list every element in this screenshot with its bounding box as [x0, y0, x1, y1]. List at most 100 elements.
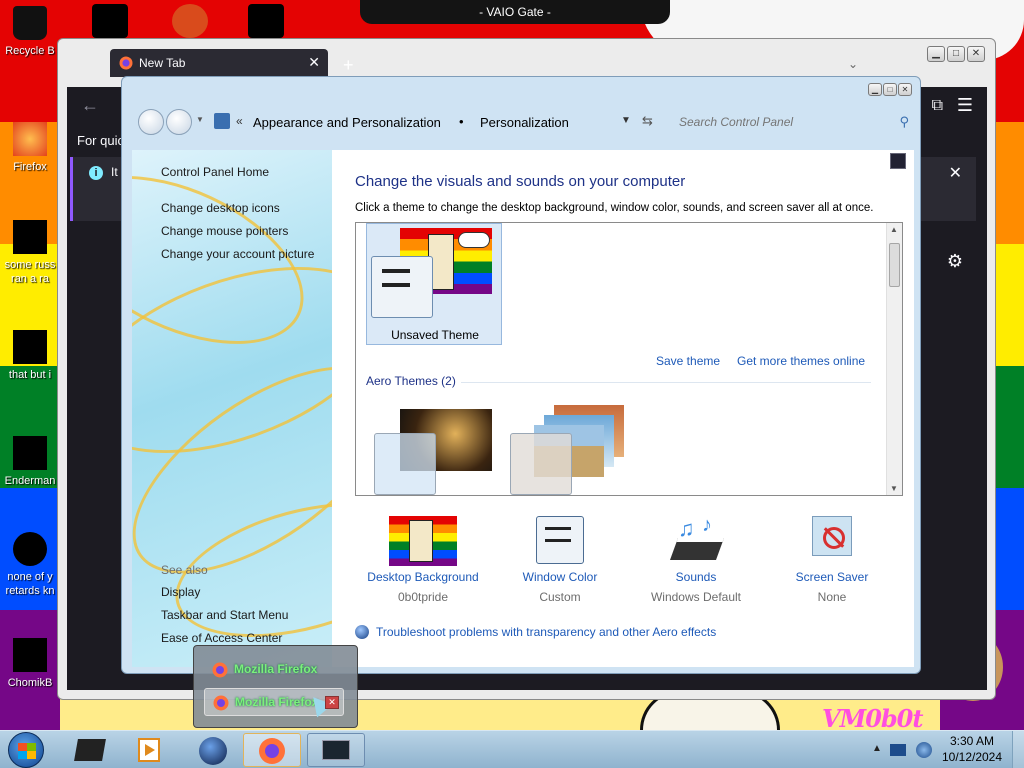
page-description: Click a theme to change the desktop back…: [355, 202, 874, 214]
screen-saver-setting[interactable]: Screen Saver None: [764, 516, 900, 604]
close-icon[interactable]: ✕: [325, 696, 339, 709]
see-also-header: See also: [161, 563, 208, 577]
desktop-file-icon[interactable]: that but i: [0, 330, 60, 382]
window-color-preview: [371, 256, 433, 318]
close-icon[interactable]: ✕: [949, 163, 962, 183]
history-dropdown-icon[interactable]: ▼: [196, 115, 204, 124]
firefox-tab[interactable]: New Tab ✕: [110, 49, 328, 77]
back-arrow-icon[interactable]: ←: [81, 95, 99, 116]
search-input[interactable]: [675, 109, 913, 135]
popup-window-item[interactable]: Mozilla Firefox ✕: [204, 688, 344, 718]
unsaved-theme-tile[interactable]: Unsaved Theme: [366, 223, 502, 345]
desktop-icon[interactable]: [92, 4, 128, 38]
vaio-gate-banner: - VAIO Gate -: [360, 0, 670, 24]
screen-saver-icon: [812, 516, 852, 556]
screen-saver-value: None: [817, 590, 847, 604]
window-color-link[interactable]: Window Color: [492, 570, 628, 584]
screen-saver-link[interactable]: Screen Saver: [764, 570, 900, 584]
desktop-file-icon[interactable]: ChomikB: [0, 638, 60, 690]
clock-time[interactable]: 3:30 AM: [940, 734, 1004, 748]
network-icon[interactable]: [890, 744, 906, 756]
desktop-file-icon[interactable]: none of y retards kn: [0, 532, 60, 598]
breadcrumb-overflow-icon[interactable]: «: [236, 114, 243, 128]
firefox-window-controls: ▁ □ ✕: [927, 46, 985, 62]
aero-theme-tile[interactable]: [370, 403, 500, 495]
firefox-desktop-icon[interactable]: Firefox: [0, 122, 60, 174]
display-link[interactable]: Display: [161, 585, 200, 599]
new-tab-button[interactable]: +: [343, 55, 354, 76]
maximize-button[interactable]: □: [883, 83, 897, 96]
ease-of-access-link[interactable]: Ease of Access Center: [161, 631, 282, 645]
window-color-setting[interactable]: Window Color Custom: [492, 516, 628, 604]
tray-overflow-icon[interactable]: ▲: [872, 743, 882, 754]
desktop-background-icon: [389, 516, 457, 566]
scrollbar-thumb[interactable]: [889, 243, 900, 287]
desktop-file-icon[interactable]: some russ ran a ra: [0, 220, 60, 286]
search-icon[interactable]: ⚲: [899, 114, 909, 130]
tab-list-chevron-icon[interactable]: ⌄: [848, 57, 858, 71]
desktop-background-value: 0b0tpride: [397, 590, 449, 604]
control-panel-home-link[interactable]: Control Panel Home: [161, 165, 269, 179]
sounds-value: Windows Default: [650, 590, 742, 604]
close-button[interactable]: ✕: [898, 83, 912, 96]
clock-date[interactable]: 10/12/2024: [940, 750, 1004, 764]
aero-themes-header: Aero Themes (2): [366, 374, 456, 388]
taskbar-start-menu-link[interactable]: Taskbar and Start Menu: [161, 608, 288, 622]
control-panel-icon: [214, 113, 230, 129]
taskbar-globe-button[interactable]: [184, 733, 242, 767]
back-button[interactable]: [138, 109, 164, 135]
page-title: Change the visuals and sounds on your co…: [355, 173, 686, 190]
firefox-icon: [119, 56, 133, 70]
get-more-themes-link[interactable]: Get more themes online: [737, 354, 865, 368]
divider: [461, 382, 871, 383]
breadcrumb-separator[interactable]: •: [459, 114, 464, 129]
recycle-bin-icon[interactable]: Recycle B: [0, 6, 60, 58]
tab-close-icon[interactable]: ✕: [308, 54, 320, 71]
top-desktop-icons: [92, 4, 312, 38]
show-desktop-button[interactable]: [1012, 731, 1024, 768]
window-color-value: Custom: [539, 590, 581, 604]
troubleshoot-text[interactable]: Troubleshoot problems with transparency …: [376, 625, 716, 639]
change-desktop-icons-link[interactable]: Change desktop icons: [161, 201, 280, 215]
window-controls: ▁ □ ✕: [868, 83, 912, 96]
desktop-background-setting[interactable]: Desktop Background 0b0tpride: [355, 516, 491, 604]
popup-window-item[interactable]: Mozilla Firefox: [204, 656, 344, 684]
refresh-icon[interactable]: ⇆: [642, 113, 653, 129]
info-icon: i: [89, 166, 103, 180]
minimize-button[interactable]: ▁: [868, 83, 882, 96]
start-button[interactable]: [8, 732, 44, 768]
desktop-icon[interactable]: [248, 4, 284, 38]
aero-theme-tile[interactable]: [506, 403, 636, 495]
hamburger-menu-icon[interactable]: ☰: [957, 95, 973, 116]
desktop-icon[interactable]: [172, 4, 208, 38]
globe-icon: [355, 625, 369, 639]
minimize-button[interactable]: ▁: [927, 46, 945, 62]
change-account-picture-link[interactable]: Change your account picture: [161, 247, 314, 261]
watermark-text: VM0b0t: [822, 704, 923, 730]
volume-icon[interactable]: [916, 742, 932, 758]
breadcrumb-appearance[interactable]: Appearance and Personalization: [253, 115, 441, 130]
info-text: It: [111, 165, 118, 179]
close-button[interactable]: ✕: [967, 46, 985, 62]
taskbar-media-player-button[interactable]: [120, 733, 178, 767]
extensions-icon[interactable]: ⧉: [932, 97, 943, 115]
desktop-file-icon[interactable]: Enderman: [0, 436, 60, 488]
address-bar: ▼ « Appearance and Personalization • Per…: [130, 103, 914, 143]
forward-button[interactable]: [166, 109, 192, 135]
breadcrumb-personalization[interactable]: Personalization: [480, 115, 569, 130]
theme-list-scrollbar[interactable]: ▲ ▼: [886, 223, 902, 495]
change-mouse-pointers-link[interactable]: Change mouse pointers: [161, 224, 288, 238]
unsaved-theme-label: Unsaved Theme: [391, 328, 479, 342]
desktop-background-link[interactable]: Desktop Background: [355, 570, 491, 584]
gear-icon[interactable]: ⚙: [947, 251, 963, 272]
taskbar-control-panel-button[interactable]: [307, 733, 365, 767]
sounds-setting[interactable]: ♫ ♪ Sounds Windows Default: [628, 514, 764, 604]
sounds-link[interactable]: Sounds: [628, 570, 764, 584]
taskbar-app-button[interactable]: [60, 733, 118, 767]
maximize-button[interactable]: □: [947, 46, 965, 62]
taskbar-thumbnail-popup: Mozilla Firefox Mozilla Firefox ✕: [193, 645, 358, 728]
address-dropdown-icon[interactable]: ▼: [621, 115, 631, 126]
taskbar-firefox-button[interactable]: [243, 733, 301, 767]
sounds-icon: ♫ ♪: [662, 514, 730, 566]
save-theme-link[interactable]: Save theme: [656, 354, 720, 368]
